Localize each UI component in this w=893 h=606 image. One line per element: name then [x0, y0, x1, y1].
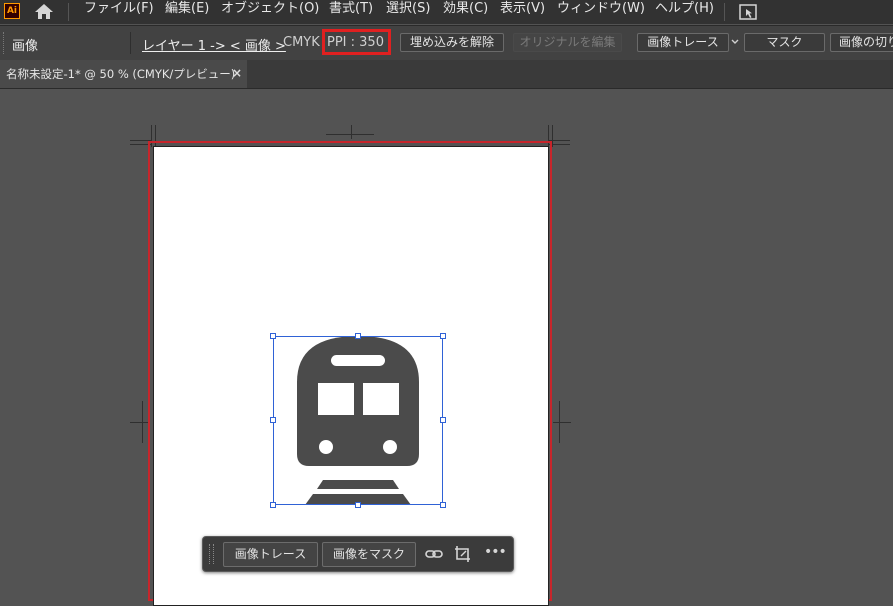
menu-divider — [68, 3, 69, 21]
crop-mark — [553, 422, 571, 423]
menu-bar: Ai ファイル(F) 編集(E) オブジェクト(O) 書式(T) 選択(S) 効… — [0, 0, 893, 24]
canvas — [0, 89, 893, 606]
color-mode-label: CMYK — [283, 35, 320, 50]
crop-image-button[interactable]: 画像の切り抜き — [830, 33, 893, 52]
unembed-button[interactable]: 埋め込みを解除 — [400, 33, 504, 52]
image-trace-button[interactable]: 画像トレース — [223, 542, 318, 567]
layer-breadcrumb[interactable]: レイヤー 1 -> < 画像 > — [142, 35, 286, 54]
resize-handle-b[interactable] — [355, 502, 361, 508]
app-logo: Ai — [4, 3, 20, 19]
crop-mark — [130, 422, 148, 423]
mask-button[interactable]: マスク — [744, 33, 825, 52]
menu-divider — [724, 3, 725, 21]
menu-window[interactable]: ウィンドウ(W) — [557, 0, 645, 24]
crop-mark — [351, 125, 352, 139]
chevron-down-icon[interactable] — [730, 36, 740, 48]
crop-image-label: 画像の切り抜き — [839, 35, 893, 49]
object-type-label: 画像 — [12, 39, 39, 54]
menu-select[interactable]: 選択(S) — [386, 0, 430, 24]
document-tab-bar: 名称未設定-1* @ 50 % (CMYK/プレビュー) × — [0, 60, 893, 89]
arrange-icon[interactable] — [738, 3, 758, 21]
resize-handle-tr[interactable] — [440, 333, 446, 339]
placed-image[interactable] — [270, 333, 446, 508]
resize-handle-tl[interactable] — [270, 333, 276, 339]
document-tab[interactable]: 名称未設定-1* @ 50 % (CMYK/プレビュー) × — [0, 60, 247, 88]
menu-object[interactable]: オブジェクト(O) — [221, 0, 319, 24]
menu-edit[interactable]: 編集(E) — [165, 0, 209, 24]
resize-handle-br[interactable] — [440, 502, 446, 508]
control-bar-grip — [3, 32, 6, 54]
resize-handle-t[interactable] — [355, 333, 361, 339]
crop-mark — [326, 134, 374, 135]
resize-handle-bl[interactable] — [270, 502, 276, 508]
crop-image-icon[interactable] — [454, 545, 472, 563]
ppi-value: PPI : 350 — [327, 35, 384, 50]
more-icon[interactable]: ••• — [484, 544, 507, 560]
menu-file[interactable]: ファイル(F) — [84, 0, 154, 24]
control-bar-divider — [130, 32, 131, 54]
mask-image-button[interactable]: 画像をマスク — [322, 542, 416, 567]
contextual-task-bar: 画像トレース 画像をマスク ••• — [202, 536, 514, 572]
crop-mark — [142, 401, 143, 443]
document-tab-title: 名称未設定-1* @ 50 % (CMYK/プレビュー) — [6, 67, 236, 81]
link-icon[interactable] — [425, 548, 443, 560]
crop-mark — [559, 401, 560, 443]
resize-handle-r[interactable] — [440, 417, 446, 423]
menu-type[interactable]: 書式(T) — [329, 0, 373, 24]
drag-handle[interactable] — [209, 544, 214, 564]
menu-help[interactable]: ヘルプ(H) — [655, 0, 714, 24]
menu-effect[interactable]: 効果(C) — [443, 0, 488, 24]
image-trace-button[interactable]: 画像トレース — [637, 33, 729, 52]
edit-original-button[interactable]: オリジナルを編集 — [513, 33, 622, 52]
close-tab-button[interactable]: × — [232, 66, 242, 80]
home-icon[interactable] — [34, 3, 54, 20]
control-bar: 画像 レイヤー 1 -> < 画像 > CMYK PPI : 350 埋め込みを… — [0, 25, 893, 61]
resize-handle-l[interactable] — [270, 417, 276, 423]
menu-view[interactable]: 表示(V) — [500, 0, 545, 24]
selection-bounding-box — [273, 336, 443, 505]
